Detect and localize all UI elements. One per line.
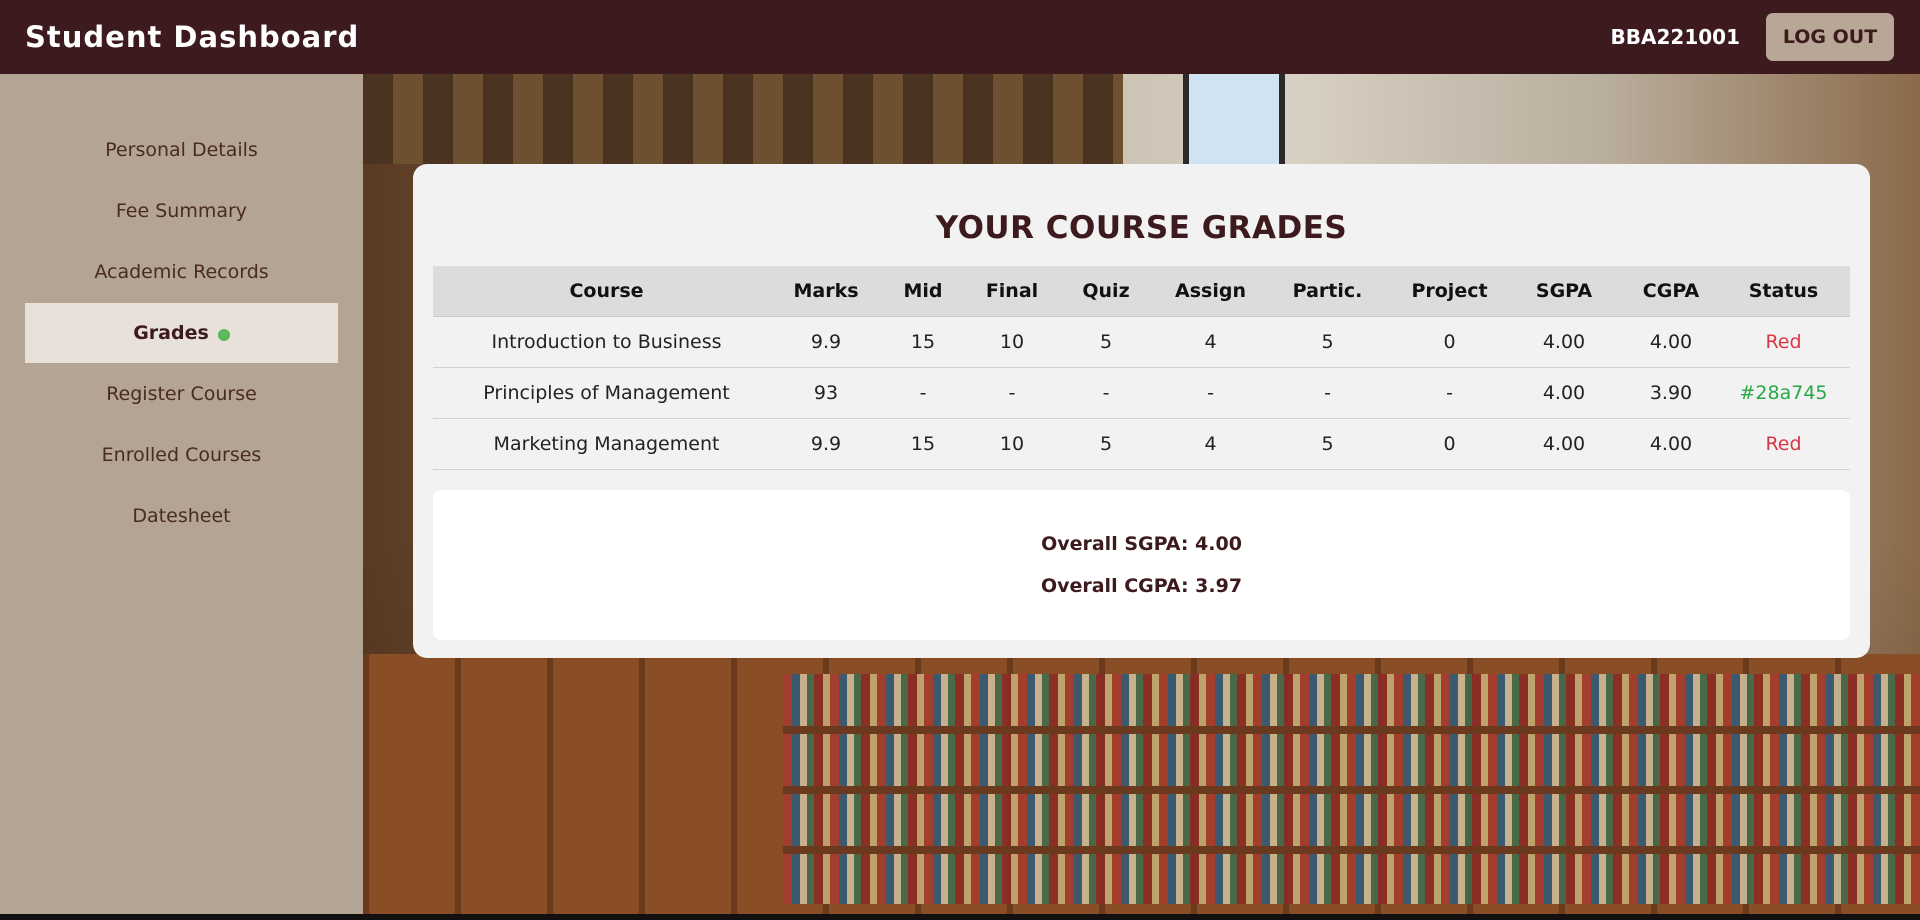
sidebar-item-personal-details[interactable]: Personal Details	[25, 120, 338, 180]
cell-assign: 4	[1162, 418, 1259, 470]
main-content: YOUR COURSE GRADES Course Marks Mid Fina…	[363, 74, 1920, 914]
cell-assign: -	[1162, 367, 1259, 419]
cell-partic: -	[1259, 367, 1396, 419]
cell-partic: 5	[1259, 418, 1396, 470]
column-header-partic: Partic.	[1259, 266, 1396, 317]
column-header-course: Course	[433, 266, 780, 317]
cell-status: Red	[1717, 316, 1850, 368]
cell-course: Introduction to Business	[433, 316, 780, 368]
table-row: Marketing Management 9.9 15 10 5 4 5 0 4…	[433, 418, 1850, 470]
grades-card: YOUR COURSE GRADES Course Marks Mid Fina…	[413, 164, 1870, 658]
grades-table: Course Marks Mid Final Quiz Assign Parti…	[433, 266, 1850, 470]
column-header-project: Project	[1396, 266, 1503, 317]
cell-status: Red	[1717, 418, 1850, 470]
gpa-summary: Overall SGPA: 4.00 Overall CGPA: 3.97	[433, 490, 1850, 640]
top-header: Student Dashboard BBA221001 LOG OUT	[0, 0, 1920, 74]
cell-mid: -	[872, 367, 974, 419]
cell-quiz: -	[1050, 367, 1162, 419]
column-header-marks: Marks	[780, 266, 872, 317]
cell-course: Marketing Management	[433, 418, 780, 470]
active-indicator-dot-icon	[217, 329, 230, 341]
bottom-edge	[0, 914, 1920, 920]
sidebar-item-label: Academic Records	[94, 261, 269, 283]
cell-marks: 93	[780, 367, 872, 419]
cell-project: -	[1396, 367, 1503, 419]
cell-course: Principles of Management	[433, 367, 780, 419]
cell-quiz: 5	[1050, 316, 1162, 368]
cell-final: -	[974, 367, 1050, 419]
cell-sgpa: 4.00	[1503, 367, 1625, 419]
table-row: Introduction to Business 9.9 15 10 5 4 5…	[433, 316, 1850, 368]
cell-cgpa: 4.00	[1625, 316, 1717, 368]
sidebar-item-academic-records[interactable]: Academic Records	[25, 242, 338, 302]
cell-final: 10	[974, 316, 1050, 368]
table-row: Principles of Management 93 - - - - - - …	[433, 367, 1850, 419]
sidebar-item-register-course[interactable]: Register Course	[25, 364, 338, 424]
sidebar-item-label: Grades	[133, 322, 209, 344]
grades-title: YOUR COURSE GRADES	[935, 210, 1348, 246]
cell-cgpa: 3.90	[1625, 367, 1717, 419]
column-header-cgpa: CGPA	[1625, 266, 1717, 317]
cell-marks: 9.9	[780, 418, 872, 470]
sidebar-item-grades[interactable]: Grades	[25, 303, 338, 363]
sidebar-item-label: Personal Details	[105, 139, 258, 161]
sidebar-item-label: Enrolled Courses	[101, 444, 262, 466]
cell-quiz: 5	[1050, 418, 1162, 470]
column-header-sgpa: SGPA	[1503, 266, 1625, 317]
sidebar-item-label: Fee Summary	[115, 200, 248, 222]
sidebar: Personal Details Fee Summary Academic Re…	[0, 74, 363, 914]
library-window-background	[1183, 74, 1285, 164]
cell-project: 0	[1396, 316, 1503, 368]
cell-sgpa: 4.00	[1503, 316, 1625, 368]
cell-cgpa: 4.00	[1625, 418, 1717, 470]
sidebar-item-label: Register Course	[106, 383, 257, 405]
column-header-status: Status	[1717, 266, 1850, 317]
cell-marks: 9.9	[780, 316, 872, 368]
overall-sgpa: Overall SGPA: 4.00	[1041, 533, 1242, 555]
logout-button[interactable]: LOG OUT	[1766, 13, 1894, 61]
sidebar-item-label: Datesheet	[132, 505, 231, 527]
cell-mid: 15	[872, 418, 974, 470]
column-header-mid: Mid	[872, 266, 974, 317]
column-header-final: Final	[974, 266, 1050, 317]
column-header-quiz: Quiz	[1050, 266, 1162, 317]
table-header-row: Course Marks Mid Final Quiz Assign Parti…	[433, 266, 1850, 317]
user-id: BBA221001	[1610, 25, 1740, 49]
cell-partic: 5	[1259, 316, 1396, 368]
cell-final: 10	[974, 418, 1050, 470]
cell-sgpa: 4.00	[1503, 418, 1625, 470]
sidebar-item-enrolled-courses[interactable]: Enrolled Courses	[25, 425, 338, 485]
app-title: Student Dashboard	[25, 20, 360, 54]
cell-project: 0	[1396, 418, 1503, 470]
cell-status: #28a745	[1717, 367, 1850, 419]
sidebar-item-fee-summary[interactable]: Fee Summary	[25, 181, 338, 241]
overall-cgpa: Overall CGPA: 3.97	[1040, 575, 1243, 597]
column-header-assign: Assign	[1162, 266, 1259, 317]
cell-assign: 4	[1162, 316, 1259, 368]
shelf-lines-background	[783, 674, 1920, 904]
library-ceiling-background	[363, 74, 1123, 164]
sidebar-item-datesheet[interactable]: Datesheet	[25, 486, 338, 546]
cell-mid: 15	[872, 316, 974, 368]
